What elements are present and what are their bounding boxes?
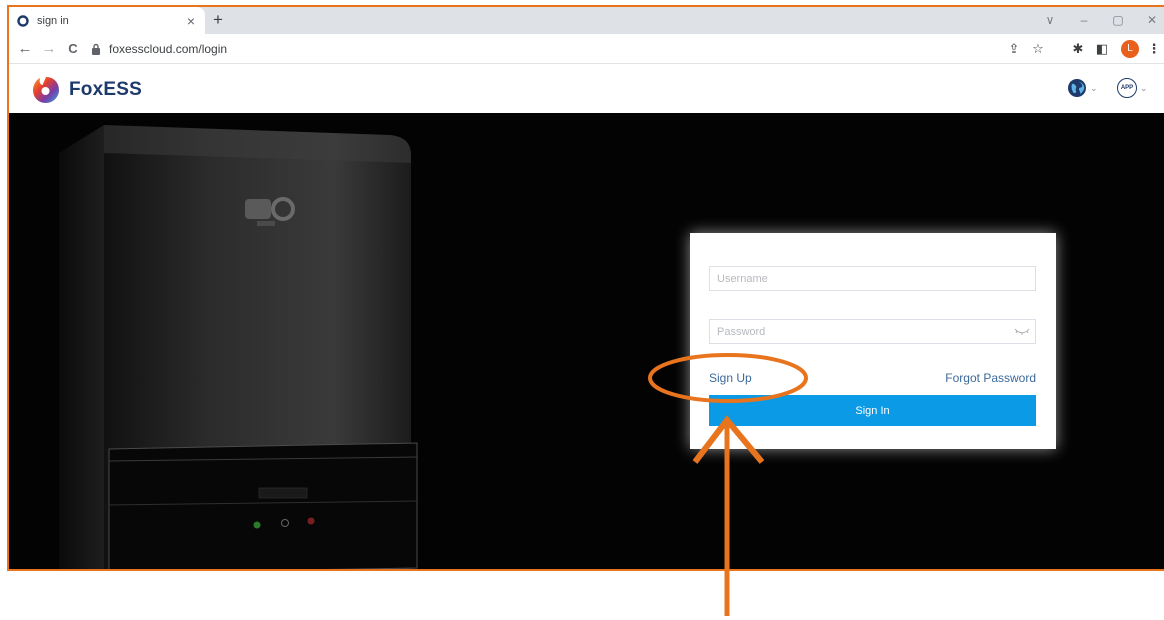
tab-close-icon[interactable]: ×	[181, 13, 201, 29]
browser-toolbar: ← → C foxesscloud.com/login ⇪ ☆ ✱ ◧ L ⋮	[9, 34, 1164, 64]
fox-favicon-icon	[17, 14, 29, 27]
window-close-icon[interactable]: ✕	[1137, 9, 1164, 31]
extensions-icon[interactable]: ✱	[1069, 40, 1087, 58]
address-bar[interactable]: foxesscloud.com/login	[91, 38, 1011, 60]
tab-search-icon[interactable]: ∨	[1035, 9, 1065, 31]
browser-window: sign in × + ∨ – ▢ ✕ ← → C foxesscloud.co…	[7, 5, 1164, 571]
sign-in-button[interactable]: Sign In	[709, 395, 1036, 426]
fox-logo-icon	[33, 77, 59, 103]
password-input[interactable]	[709, 319, 1036, 344]
browser-tab[interactable]: sign in ×	[9, 7, 205, 34]
app-icon: APP	[1117, 78, 1137, 98]
restore-icon[interactable]: ▢	[1103, 9, 1133, 31]
site-header: FoxESS ⌄ APP ⌄	[9, 65, 1164, 113]
reload-icon[interactable]: C	[63, 39, 83, 59]
bookmark-star-icon[interactable]: ☆	[1029, 40, 1047, 58]
login-card: Sign Up Forgot Password Sign In	[690, 233, 1056, 449]
screenshot-stage: sign in × + ∨ – ▢ ✕ ← → C foxesscloud.co…	[0, 0, 1164, 620]
chevron-down-icon: ⌄	[1090, 82, 1098, 93]
profile-avatar[interactable]: L	[1121, 40, 1139, 58]
lock-icon	[92, 43, 100, 55]
site-logo[interactable]: FoxESS	[31, 75, 142, 105]
side-panel-icon[interactable]: ◧	[1093, 40, 1111, 58]
share-icon[interactable]: ⇪	[1005, 40, 1023, 58]
tab-strip: sign in × + ∨ – ▢ ✕	[9, 7, 1164, 34]
username-input[interactable]	[709, 266, 1036, 291]
language-selector[interactable]: ⌄	[1067, 78, 1098, 98]
new-tab-button[interactable]: +	[207, 9, 229, 31]
chevron-down-icon: ⌄	[1140, 82, 1148, 93]
forward-icon[interactable]: →	[39, 39, 59, 59]
url-text: foxesscloud.com/login	[109, 42, 228, 56]
tab-title: sign in	[37, 14, 69, 27]
hero-banner: Sign Up Forgot Password Sign In	[9, 113, 1164, 569]
eye-closed-icon[interactable]	[1014, 326, 1030, 336]
globe-icon	[1068, 79, 1086, 97]
back-icon[interactable]: ←	[15, 39, 35, 59]
app-download-selector[interactable]: APP ⌄	[1117, 78, 1148, 98]
sign-up-link[interactable]: Sign Up	[709, 371, 752, 385]
forgot-password-link[interactable]: Forgot Password	[945, 371, 1036, 385]
logo-text: FoxESS	[69, 79, 142, 100]
minimize-icon[interactable]: –	[1069, 9, 1099, 31]
browser-menu-icon[interactable]: ⋮	[1145, 40, 1163, 58]
